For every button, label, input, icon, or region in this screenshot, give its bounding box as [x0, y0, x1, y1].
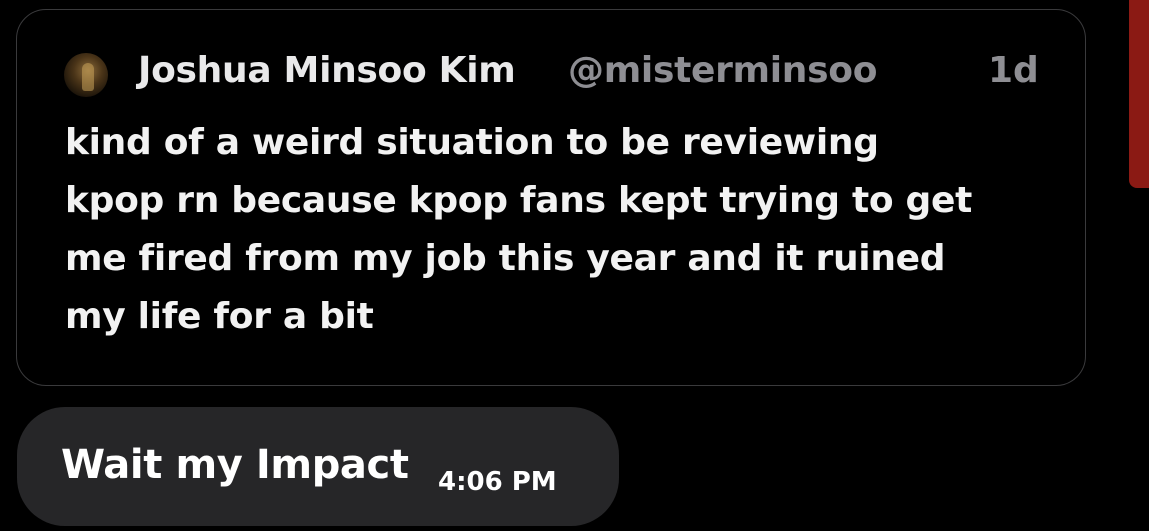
quoted-post-text-line: kpop rn because kpop fans kept trying to… [65, 180, 973, 221]
post-age: 1d [988, 50, 1039, 91]
message-timestamp: 4:06 PM [438, 467, 557, 497]
quoted-post-text-line: my life for a bit [65, 296, 374, 337]
avatar-figure [82, 63, 94, 91]
message-bubble[interactable]: Wait my Impact 4:06 PM [17, 407, 619, 526]
author-handle[interactable]: @misterminsoo [568, 50, 877, 91]
quoted-post-text-line: me fired from my job this year and it ru… [65, 238, 946, 279]
quoted-post-card[interactable]: Joshua Minsoo Kim @misterminsoo 1d kind … [16, 9, 1086, 386]
author-avatar[interactable] [64, 53, 108, 97]
quoted-post-text-line: kind of a weird situation to be reviewin… [65, 122, 879, 163]
quoted-post-text: kind of a weird situation to be reviewin… [65, 114, 1055, 346]
message-text: Wait my Impact [61, 442, 409, 488]
edge-accent-bar [1129, 0, 1149, 188]
author-name[interactable]: Joshua Minsoo Kim [138, 50, 516, 91]
